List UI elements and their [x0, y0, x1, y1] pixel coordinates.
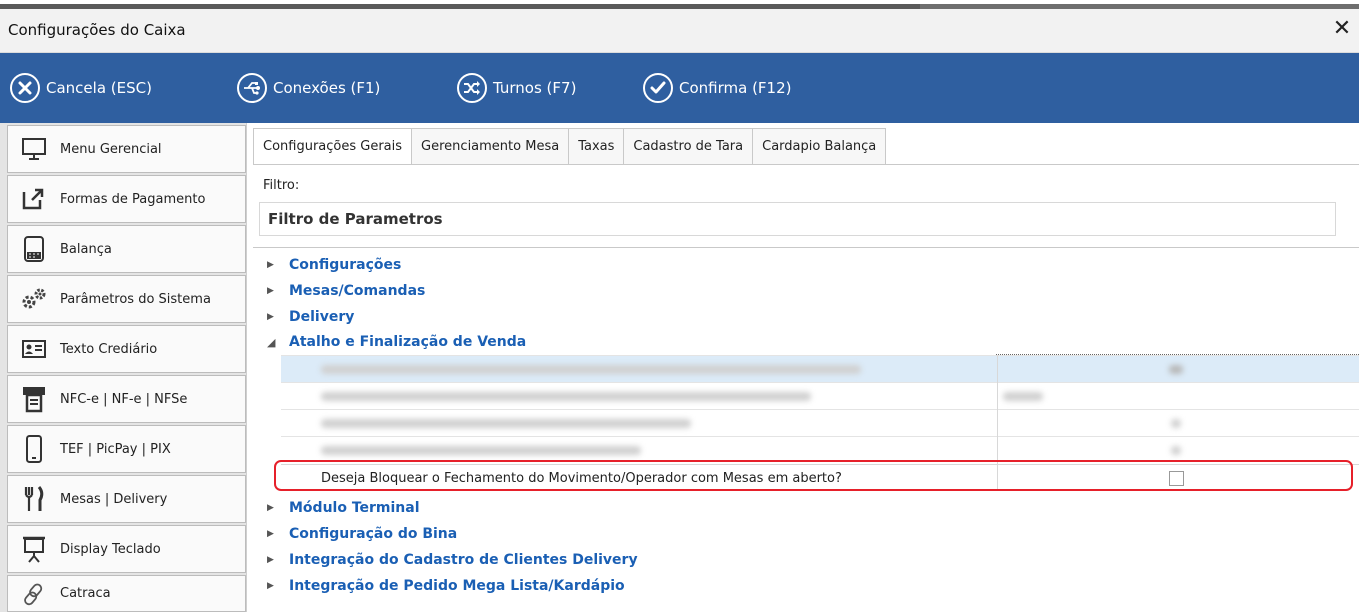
connections-button[interactable]: Conexões (F1): [237, 70, 380, 106]
x-circle-icon: [10, 73, 40, 103]
tab-cardapio-balanca[interactable]: Cardapio Balança: [753, 128, 887, 165]
setting-row[interactable]: [281, 355, 1359, 383]
tab-gerenciamento-mesa[interactable]: Gerenciamento Mesa: [412, 128, 570, 165]
sidebar-item-parametros[interactable]: Parâmetros do Sistema: [7, 275, 246, 323]
scale-icon: [8, 235, 60, 263]
id-card-icon: [8, 338, 60, 360]
sidebar-item-tef[interactable]: TEF | PicPay | PIX: [7, 425, 246, 473]
sidebar-item-label: Catraca: [60, 586, 111, 601]
sidebar: Menu Gerencial Formas de Pagamento Balan…: [0, 123, 246, 612]
sidebar-item-label: Menu Gerencial: [60, 141, 162, 157]
cancel-button[interactable]: Cancela (ESC): [10, 70, 152, 106]
sidebar-item-nfce[interactable]: NFC-e | NF-e | NFSe: [7, 375, 246, 423]
confirm-button[interactable]: Confirma (F12): [643, 70, 792, 106]
expand-arrow-icon: ▶: [267, 581, 274, 591]
sidebar-item-catraca[interactable]: Catraca: [7, 575, 246, 612]
sidebar-item-label: Display Teclado: [60, 541, 161, 557]
sidebar-item-texto-crediario[interactable]: Texto Crediário: [7, 325, 246, 373]
shuffle-icon: [457, 73, 487, 103]
setting-row[interactable]: [281, 409, 1359, 437]
close-icon[interactable]: ✕: [1331, 17, 1353, 41]
expand-arrow-icon: ▶: [267, 555, 274, 565]
filter-input[interactable]: [259, 202, 1336, 236]
sidebar-item-formas-pagamento[interactable]: Formas de Pagamento: [7, 175, 246, 223]
sidebar-item-balanca[interactable]: Balança: [7, 225, 246, 273]
toolbar: Cancela (ESC) Conexões (F1) Turnos (F7) …: [0, 53, 1359, 123]
smartphone-icon: [8, 435, 60, 463]
expand-arrow-icon: ▶: [267, 260, 274, 270]
category-integracao-clientes[interactable]: ▶ Integração do Cadastro de Clientes Del…: [267, 550, 638, 570]
gears-icon: [8, 286, 60, 312]
confirm-button-label: Confirma (F12): [679, 79, 792, 97]
shifts-button[interactable]: Turnos (F7): [457, 70, 576, 106]
sidebar-item-menu-gerencial[interactable]: Menu Gerencial: [7, 125, 246, 173]
sidebar-item-display-teclado[interactable]: Display Teclado: [7, 525, 246, 573]
tab-configuracoes-gerais[interactable]: Configurações Gerais: [253, 128, 413, 165]
category-label: Atalho e Finalização de Venda: [289, 334, 527, 350]
sidebar-item-label: Balança: [60, 241, 112, 257]
monitor-icon: [8, 137, 60, 161]
cancel-button-label: Cancela (ESC): [46, 79, 152, 97]
expand-arrow-icon: ▶: [267, 503, 274, 513]
category-label: Configurações: [289, 257, 402, 273]
sidebar-item-label: Mesas | Delivery: [60, 491, 168, 507]
category-label: Delivery: [289, 309, 355, 325]
connections-button-label: Conexões (F1): [273, 79, 381, 97]
category-label: Módulo Terminal: [289, 500, 420, 516]
filter-label: Filtro:: [263, 178, 300, 193]
presentation-board-icon: [8, 535, 60, 563]
main-panel: Configurações Gerais Gerenciamento Mesa …: [246, 123, 1359, 612]
window-top-edge: [0, 0, 1359, 9]
usb-connection-icon: [237, 73, 267, 103]
grid-dotted-divider: [996, 354, 1359, 355]
external-link-icon: [8, 187, 60, 211]
sidebar-item-label: NFC-e | NF-e | NFSe: [60, 391, 188, 407]
highlight-annotation: [274, 460, 1353, 491]
sidebar-item-label: Parâmetros do Sistema: [60, 291, 211, 307]
link-icon: [8, 581, 60, 607]
tab-taxas[interactable]: Taxas: [569, 128, 625, 165]
filter-divider: [253, 247, 1359, 248]
category-configuracao-bina[interactable]: ▶ Configuração do Bina: [267, 524, 457, 544]
expand-arrow-icon: ▶: [267, 312, 274, 322]
window-title: Configurações do Caixa: [8, 21, 186, 39]
category-label: Mesas/Comandas: [289, 283, 426, 299]
category-label: Integração do Cadastro de Clientes Deliv…: [289, 552, 638, 568]
fork-knife-icon: [8, 485, 60, 513]
shifts-button-label: Turnos (F7): [493, 79, 577, 97]
tab-cadastro-tara[interactable]: Cadastro de Tara: [624, 128, 754, 165]
category-modulo-terminal[interactable]: ▶ Módulo Terminal: [267, 498, 420, 518]
category-mesas-comandas[interactable]: ▶ Mesas/Comandas: [267, 281, 425, 301]
collapse-arrow-icon: ◢: [267, 335, 276, 349]
sidebar-item-label: Formas de Pagamento: [60, 191, 206, 207]
title-bar: Configurações do Caixa ✕: [0, 9, 1359, 53]
receipt-printer-icon: [8, 385, 60, 413]
tab-bar: Configurações Gerais Gerenciamento Mesa …: [253, 128, 887, 165]
category-atalho-finalizacao[interactable]: ◢ Atalho e Finalização de Venda: [267, 332, 526, 352]
expand-arrow-icon: ▶: [267, 286, 274, 296]
category-integracao-pedido[interactable]: ▶ Integração de Pedido Mega Lista/Kardáp…: [267, 576, 625, 596]
category-label: Integração de Pedido Mega Lista/Kardápio: [289, 578, 625, 594]
category-configuracoes[interactable]: ▶ Configurações: [267, 255, 401, 275]
sidebar-item-mesas-delivery[interactable]: Mesas | Delivery: [7, 475, 246, 523]
check-circle-icon: [643, 73, 673, 103]
category-label: Configuração do Bina: [289, 526, 458, 542]
expand-arrow-icon: ▶: [267, 529, 274, 539]
tab-divider: [253, 164, 1359, 165]
sidebar-item-label: TEF | PicPay | PIX: [60, 441, 171, 457]
setting-row[interactable]: [281, 382, 1359, 410]
sidebar-item-label: Texto Crediário: [60, 341, 158, 357]
category-delivery[interactable]: ▶ Delivery: [267, 307, 354, 327]
